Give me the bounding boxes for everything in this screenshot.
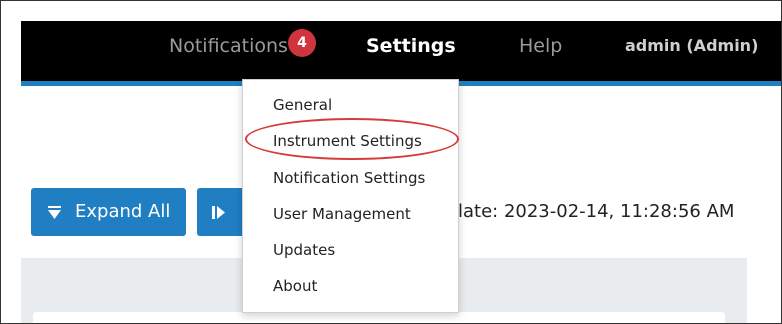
nav-settings[interactable]: Settings (366, 21, 456, 71)
menu-item-instrument-settings[interactable]: Instrument Settings (273, 126, 422, 156)
screenshot-frame: Notifications 4 Settings Help admin (Adm… (0, 0, 782, 324)
settings-dropdown-menu: General Instrument Settings Notification… (242, 79, 459, 313)
menu-item-notification-settings[interactable]: Notification Settings (273, 163, 425, 193)
menu-item-general[interactable]: General (273, 90, 332, 120)
menu-item-updates[interactable]: Updates (273, 235, 335, 265)
expand-all-label: Expand All (75, 201, 171, 222)
expand-all-button[interactable]: Expand All (31, 188, 186, 236)
last-update-text: late: 2023-02-14, 11:28:56 AM (458, 201, 735, 222)
notifications-count-badge: 4 (288, 29, 316, 57)
nav-user-account[interactable]: admin (Admin) (625, 21, 758, 71)
menu-item-user-management[interactable]: User Management (273, 199, 411, 229)
nav-help[interactable]: Help (519, 21, 562, 71)
menu-item-about[interactable]: About (273, 271, 317, 301)
play-bar-icon (212, 206, 225, 219)
content-panel-card (33, 312, 725, 323)
triangle-down-icon (48, 206, 61, 219)
nav-notifications[interactable]: Notifications (169, 21, 288, 71)
